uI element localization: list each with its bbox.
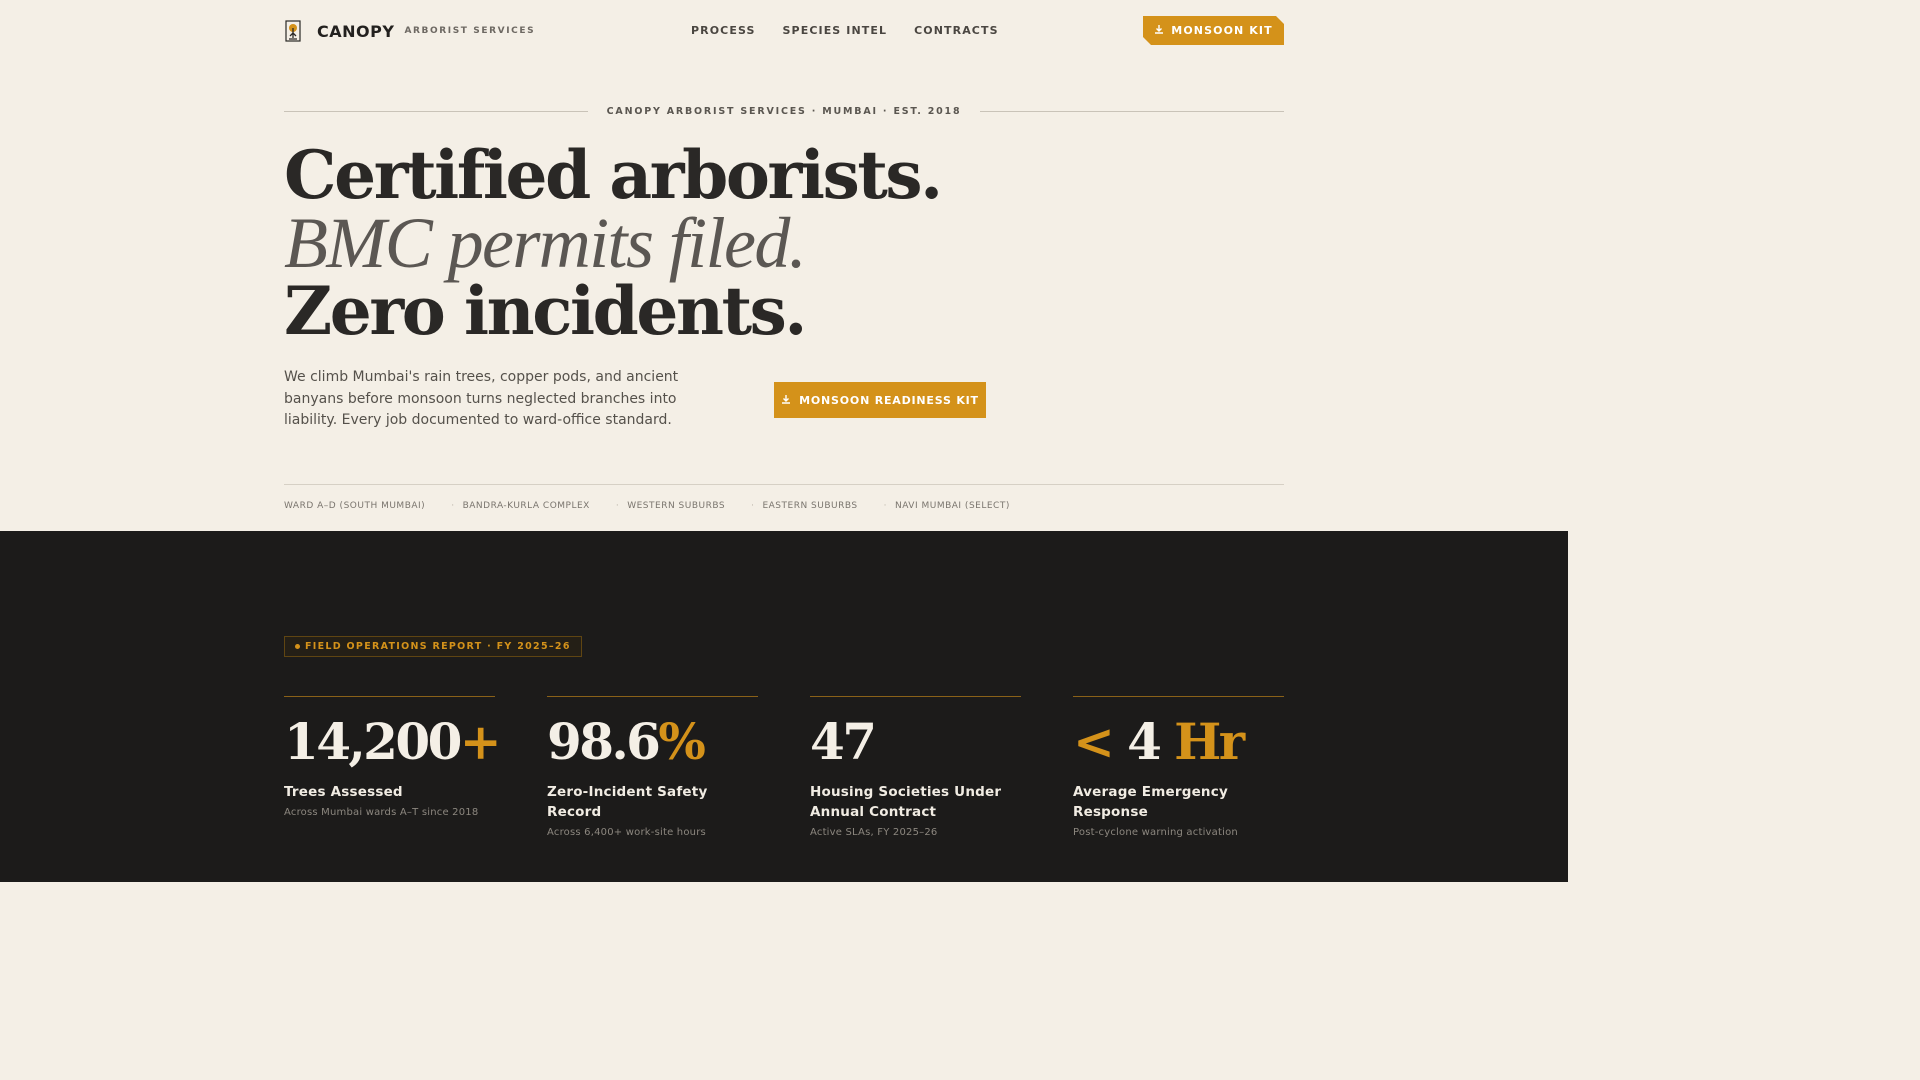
headline-line-2: BMC permits filed. xyxy=(284,203,807,283)
headline-line-1: Certified arborists. xyxy=(284,136,943,214)
monsoon-readiness-kit-label: MONSOON READINESS KIT xyxy=(799,393,979,407)
stat-trees-assessed: 14,200+ Trees Assessed Across Mumbai war… xyxy=(284,696,502,818)
stat-label: Average Emergency Response xyxy=(1073,784,1228,820)
bullet-icon xyxy=(295,644,300,649)
ward-label: BANDRA-KURLA COMPLEX xyxy=(462,501,590,511)
stat-emergency-response: < 4 Hr Average Emergency Response Post-c… xyxy=(1073,696,1284,838)
ward-label: WARD A–D (SOUTH MUMBAI) xyxy=(284,501,426,511)
stat-housing-societies: 47 Housing Societies Under Annual Contra… xyxy=(810,696,1021,838)
monsoon-readiness-kit-button[interactable]: MONSOON READINESS KIT xyxy=(774,382,986,418)
ward-label: WESTERN SUBURBS xyxy=(627,501,726,511)
divider xyxy=(810,696,1021,697)
stat-safety-record: 98.6% Zero-Incident Safety Record Across… xyxy=(547,696,758,838)
brand-name: CANOPY xyxy=(317,21,395,41)
stat-number: 98.6 xyxy=(547,712,661,771)
ward-item: · WESTERN SUBURBS xyxy=(615,501,726,511)
report-badge-label: FIELD OPERATIONS REPORT · FY 2025–26 xyxy=(305,641,571,652)
ward-item: · EASTERN SUBURBS xyxy=(751,501,858,511)
nav-link-process[interactable]: PROCESS xyxy=(691,24,756,37)
stat-sub: Across Mumbai wards A–T since 2018 xyxy=(284,807,479,818)
divider xyxy=(1073,696,1284,697)
ward-label: NAVI MUMBAI (SELECT) xyxy=(894,501,1010,511)
ward-label: EASTERN SUBURBS xyxy=(762,501,858,511)
download-icon xyxy=(781,394,791,407)
stat-value: 14,200+ xyxy=(284,712,502,771)
divider xyxy=(284,484,1284,485)
divider xyxy=(284,110,588,112)
hero-lede: We climb Mumbai's rain trees, copper pod… xyxy=(284,369,679,428)
top-nav: CANOPY ARBORIST SERVICES PROCESS SPECIES… xyxy=(284,14,1284,48)
nav-link-contracts[interactable]: CONTRACTS xyxy=(914,24,999,37)
divider xyxy=(980,110,1285,112)
stat-sub: Post-cyclone warning activation xyxy=(1073,827,1238,838)
stat-value: < 4 Hr xyxy=(1073,713,1284,771)
stat-number: 47 xyxy=(810,712,877,771)
ward-item: · NAVI MUMBAI (SELECT) xyxy=(883,501,1010,511)
stat-prefix: < xyxy=(1073,712,1128,771)
divider xyxy=(284,696,495,697)
stat-suffix: % xyxy=(658,712,706,771)
nav-links: PROCESS SPECIES INTEL CONTRACTS xyxy=(691,24,999,37)
tree-icon xyxy=(284,20,302,42)
stat-label: Zero-Incident Safety Record xyxy=(547,784,708,820)
stat-suffix: Hr xyxy=(1159,712,1245,771)
stat-label: Housing Societies Under Annual Contract xyxy=(810,784,1002,820)
stat-number: 14,200 xyxy=(284,712,462,771)
eyebrow-text: CANOPY ARBORIST SERVICES · MUMBAI · EST.… xyxy=(606,105,962,117)
stat-number: 4 xyxy=(1127,712,1162,771)
service-wards: WARD A–D (SOUTH MUMBAI) · BANDRA-KURLA CO… xyxy=(284,501,1284,511)
divider xyxy=(547,696,758,697)
eyebrow-row: CANOPY ARBORIST SERVICES · MUMBAI · EST.… xyxy=(284,102,1285,120)
field-report-section xyxy=(0,531,1568,882)
brand[interactable]: CANOPY ARBORIST SERVICES xyxy=(284,20,535,42)
stat-suffix: + xyxy=(459,712,502,771)
ward-item: · BANDRA-KURLA COMPLEX xyxy=(451,501,590,511)
monsoon-kit-label: MONSOON KIT xyxy=(1171,24,1273,37)
headline-line-3: Zero incidents. xyxy=(284,272,807,350)
brand-subtitle: ARBORIST SERVICES xyxy=(404,26,536,36)
stat-sub: Across 6,400+ work-site hours xyxy=(547,827,706,838)
ward-item: WARD A–D (SOUTH MUMBAI) xyxy=(284,501,425,511)
report-badge: FIELD OPERATIONS REPORT · FY 2025–26 xyxy=(284,636,582,657)
stat-value: 98.6% xyxy=(547,713,758,771)
hero-headline: Certified arborists. BMC permits filed. … xyxy=(284,141,1284,345)
monsoon-kit-button[interactable]: MONSOON KIT xyxy=(1143,16,1284,45)
stat-value: 47 xyxy=(810,713,1021,771)
stat-label: Trees Assessed xyxy=(284,784,403,800)
nav-link-species-intel[interactable]: SPECIES INTEL xyxy=(783,24,888,37)
stat-sub: Active SLAs, FY 2025–26 xyxy=(810,827,938,838)
download-icon xyxy=(1154,24,1164,37)
